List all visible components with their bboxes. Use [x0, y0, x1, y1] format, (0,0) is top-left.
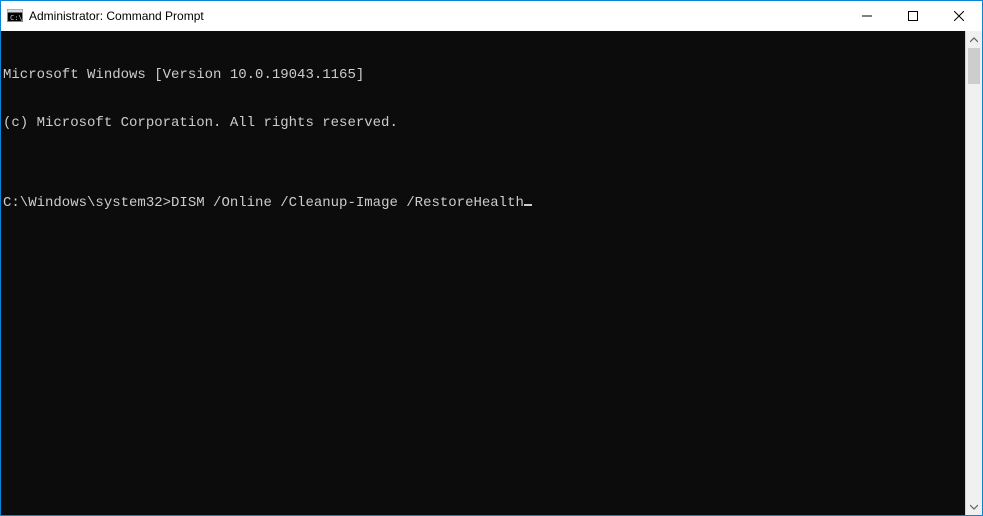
close-icon [954, 11, 964, 21]
svg-text:C:\: C:\ [10, 14, 23, 22]
prompt-line: C:\Windows\system32>DISM /Online /Cleanu… [3, 195, 961, 211]
app-icon: C:\ [7, 8, 23, 24]
scroll-thumb[interactable] [968, 48, 980, 84]
copyright-line: (c) Microsoft Corporation. All rights re… [3, 115, 961, 131]
titlebar-buttons [844, 1, 982, 31]
chevron-up-icon [970, 36, 978, 44]
titlebar[interactable]: C:\ Administrator: Command Prompt [1, 1, 982, 31]
client-area: Microsoft Windows [Version 10.0.19043.11… [1, 31, 982, 515]
scroll-track[interactable] [966, 48, 982, 498]
maximize-button[interactable] [890, 1, 936, 31]
version-line: Microsoft Windows [Version 10.0.19043.11… [3, 67, 961, 83]
window-title: Administrator: Command Prompt [29, 9, 204, 23]
maximize-icon [908, 11, 918, 21]
command-text: DISM /Online /Cleanup-Image /RestoreHeal… [171, 195, 524, 211]
minimize-button[interactable] [844, 1, 890, 31]
minimize-icon [862, 11, 872, 21]
close-button[interactable] [936, 1, 982, 31]
cursor [524, 204, 532, 206]
scroll-up-button[interactable] [966, 31, 982, 48]
terminal[interactable]: Microsoft Windows [Version 10.0.19043.11… [1, 31, 965, 515]
prompt: C:\Windows\system32> [3, 195, 171, 211]
command-prompt-window: C:\ Administrator: Command Prompt [0, 0, 983, 516]
scroll-down-button[interactable] [966, 498, 982, 515]
vertical-scrollbar[interactable] [965, 31, 982, 515]
chevron-down-icon [970, 503, 978, 511]
